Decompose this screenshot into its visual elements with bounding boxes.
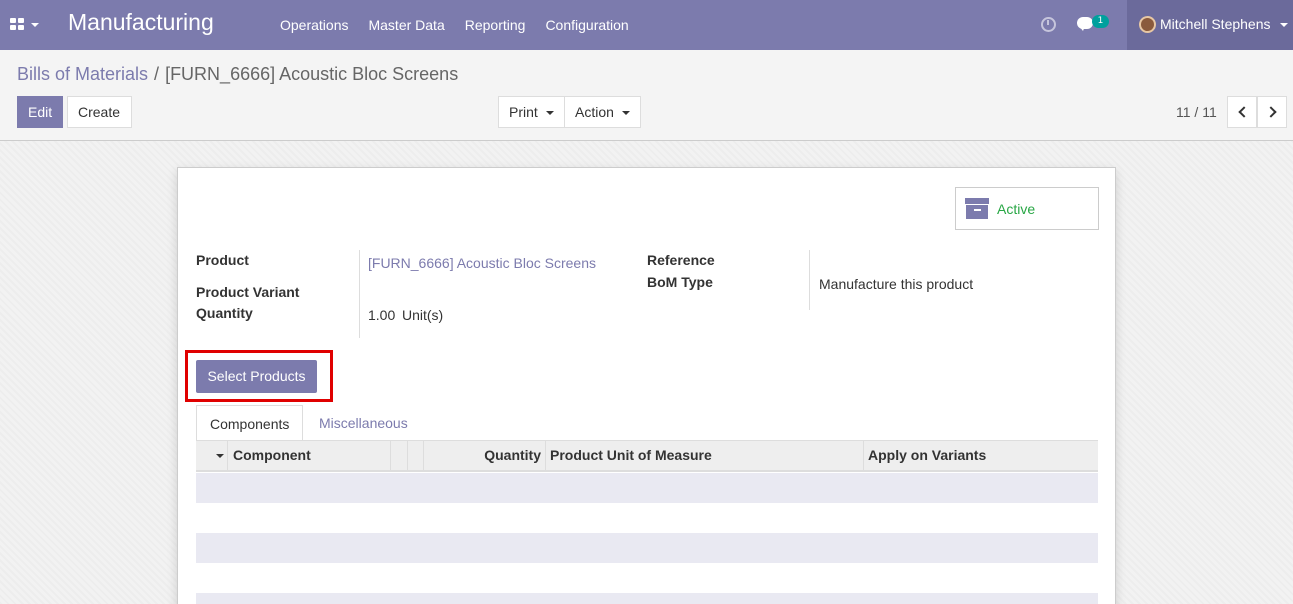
edit-button-label: Edit	[28, 104, 53, 120]
quantity-field[interactable]: 1.00	[368, 307, 395, 323]
quantity-uom: Unit(s)	[402, 307, 444, 323]
table-row	[196, 563, 1098, 593]
avatar	[1139, 16, 1156, 33]
active-toggle-button[interactable]: Active	[955, 187, 1099, 230]
archive-icon	[965, 198, 989, 219]
column-apply-on-variants[interactable]: Apply on Variants	[864, 441, 1098, 470]
bom-type-field[interactable]: Manufacture this product	[819, 276, 973, 292]
breadcrumb: Bills of Materials / [FURN_6666] Acoustic …	[17, 64, 458, 85]
table-row	[196, 503, 1098, 533]
caret-down-icon	[1280, 23, 1288, 27]
print-button-label: Print	[509, 104, 538, 120]
product-variant-label: Product Variant	[196, 284, 300, 300]
product-field[interactable]: [FURN_6666] Acoustic Bloc Screens	[368, 255, 596, 271]
quantity-label: Quantity	[196, 305, 253, 321]
tab-components[interactable]: Components	[196, 405, 304, 441]
caret-down-icon	[31, 23, 39, 27]
caret-down-icon	[216, 454, 224, 458]
action-button[interactable]: Action	[564, 96, 641, 128]
user-name: Mitchell Stephens	[1160, 16, 1271, 32]
bom-type-label: BoM Type	[647, 274, 713, 290]
app-name[interactable]: Manufacturing	[68, 9, 214, 36]
caret-down-icon	[621, 111, 630, 116]
menu-master-data[interactable]: Master Data	[358, 0, 454, 50]
create-button-label: Create	[78, 104, 121, 120]
menu-configuration[interactable]: Configuration	[535, 0, 638, 50]
column-spacer	[408, 441, 424, 470]
chevron-right-icon	[1265, 106, 1277, 118]
table-row	[196, 473, 1098, 503]
user-menu[interactable]: Mitchell Stephens	[1127, 0, 1293, 50]
menu-operations[interactable]: Operations	[270, 0, 358, 50]
column-uom[interactable]: Product Unit of Measure	[546, 441, 864, 470]
select-products-button[interactable]: Select Products	[196, 360, 317, 393]
breadcrumb-parent-link[interactable]: Bills of Materials	[17, 64, 148, 84]
form-view: Active Product Product Variant Quantity …	[0, 141, 1293, 604]
print-button[interactable]: Print	[498, 96, 565, 128]
pager-previous-button[interactable]	[1227, 96, 1257, 128]
breadcrumb-current: [FURN_6666] Acoustic Bloc Screens	[165, 64, 459, 84]
menu-reporting[interactable]: Reporting	[455, 0, 536, 50]
components-table-header: Component Quantity Product Unit of Measu…	[196, 441, 1098, 472]
create-button[interactable]: Create	[67, 96, 132, 128]
edit-button[interactable]: Edit	[17, 96, 63, 128]
field-divider	[359, 250, 360, 338]
form-sheet: Active Product Product Variant Quantity …	[177, 167, 1116, 604]
field-divider	[809, 250, 810, 310]
chat-icon[interactable]	[1077, 17, 1093, 31]
top-navbar: Manufacturing Operations Master Data Rep…	[0, 0, 1293, 50]
chevron-left-icon	[1238, 106, 1250, 118]
reference-label: Reference	[647, 252, 715, 268]
caret-down-icon	[545, 111, 554, 116]
table-row	[196, 533, 1098, 563]
apps-menu-button[interactable]	[10, 15, 42, 35]
active-label: Active	[997, 201, 1036, 217]
column-quantity[interactable]: Quantity	[424, 441, 546, 470]
clock-icon[interactable]	[1041, 17, 1056, 32]
main-menu: Operations Master Data Reporting Configu…	[270, 0, 639, 50]
apps-grid-icon	[10, 18, 24, 31]
table-row	[196, 593, 1098, 604]
breadcrumb-separator: /	[154, 64, 160, 84]
action-button-label: Action	[575, 104, 614, 120]
sort-handle-header[interactable]	[196, 441, 228, 470]
tab-miscellaneous[interactable]: Miscellaneous	[306, 405, 421, 441]
column-spacer	[391, 441, 408, 470]
pager-value[interactable]: 11 / 11	[1176, 104, 1217, 120]
column-component[interactable]: Component	[228, 441, 391, 470]
pager-next-button[interactable]	[1257, 96, 1287, 128]
product-label: Product	[196, 252, 249, 268]
message-count-badge: 1	[1092, 15, 1109, 28]
control-panel: Bills of Materials / [FURN_6666] Acoustic …	[0, 50, 1293, 141]
